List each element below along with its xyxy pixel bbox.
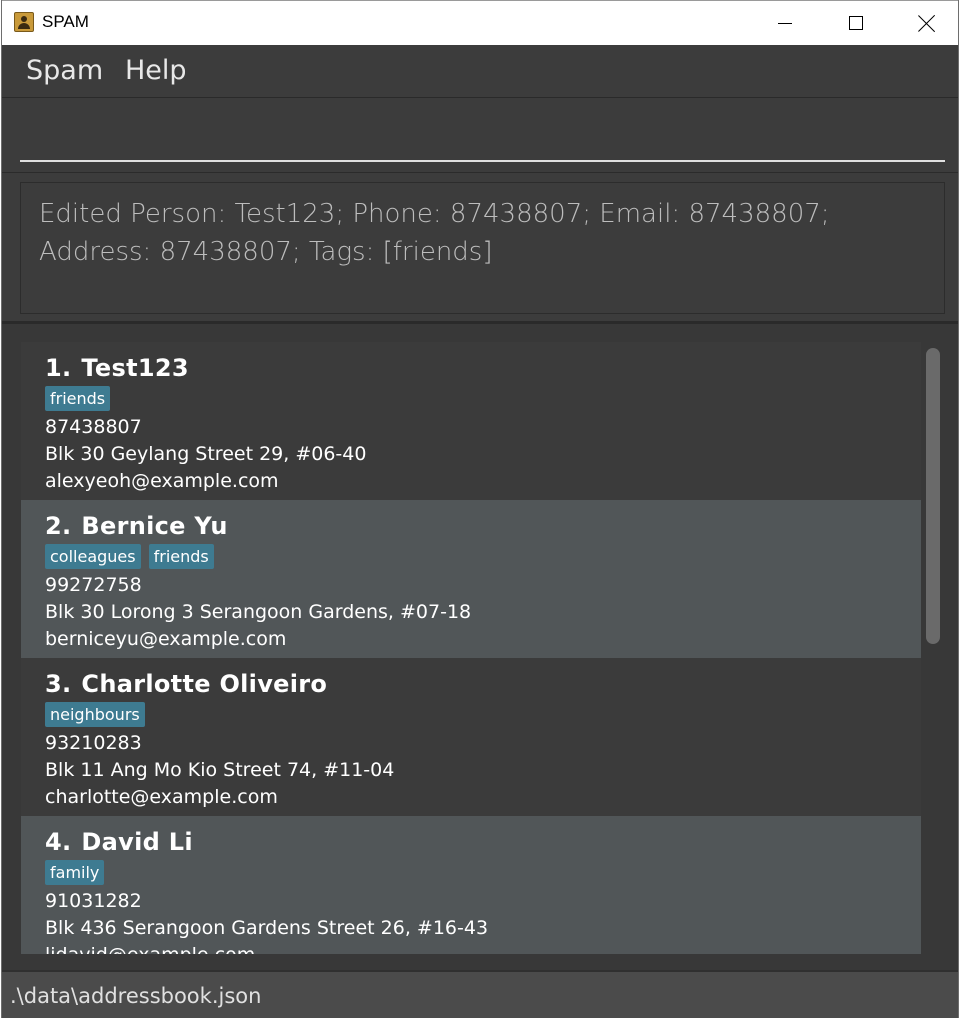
person-list-panel: 1. Test123 friends 87438807 Blk 30 Geylang S… [2,324,958,970]
maximize-button[interactable] [819,1,889,46]
person-address: Blk 30 Geylang Street 29, #06-40 [45,443,367,465]
person-card[interactable]: 1. Test123 friends 87438807 Blk 30 Geylang S… [21,342,921,500]
person-name: Test123 [81,354,189,382]
tag-badge: neighbours [45,702,145,727]
command-box [2,98,958,173]
person-address: Blk 11 Ang Mo Kio Street 74, #11-04 [45,759,395,781]
tag-badge: friends [148,544,214,569]
list-scrollbar[interactable] [926,348,940,644]
command-input[interactable] [20,116,945,162]
tag-list: family [45,860,921,888]
person-phone: 87438807 [45,416,142,438]
person-name: Bernice Yu [81,512,228,540]
person-phone: 91031282 [45,890,142,912]
person-email: charlotte@example.com [45,786,278,808]
person-phone: 99272758 [45,574,142,596]
person-index: 1. [45,354,72,382]
person-name: Charlotte Oliveiro [81,670,328,698]
person-address: Blk 30 Lorong 3 Serangoon Gardens, #07-1… [45,601,472,623]
title-bar[interactable]: SPAM [2,0,958,45]
menu-spam[interactable]: Spam [26,55,103,86]
tag-list: neighbours [45,702,921,730]
result-message: Edited Person: Test123; Phone: 87438807;… [39,199,830,267]
person-email: berniceyu@example.com [45,628,287,650]
result-display: Edited Person: Test123; Phone: 87438807;… [2,174,958,324]
person-name-row: 2. Bernice Yu [45,510,921,542]
person-card[interactable]: 4. David Li family 91031282 Blk 436 Serangoo… [21,816,921,954]
person-card[interactable]: 2. Bernice Yu colleagues friends 99272758 Blk… [21,500,921,658]
menu-help[interactable]: Help [125,55,187,86]
app-window: SPAM Spam Help Edited Person: Test123; P… [1,0,959,1018]
person-name-row: 3. Charlotte Oliveiro [45,668,921,700]
person-index: 3. [45,670,72,698]
person-name-row: 4. David Li [45,826,921,858]
minimize-button[interactable] [748,1,818,46]
person-phone: 93210283 [45,732,142,754]
person-name: David Li [81,828,193,856]
menu-bar: Spam Help [2,45,958,98]
tag-badge: colleagues [45,544,141,569]
person-card[interactable]: 3. Charlotte Oliveiro neighbours 93210283 Bl… [21,658,921,816]
maximize-icon [849,16,863,30]
result-text-area[interactable]: Edited Person: Test123; Phone: 87438807;… [20,182,945,314]
person-email: lidavid@example.com [45,942,921,954]
tag-badge: friends [45,386,111,411]
person-index: 2. [45,512,72,540]
person-email: alexyeoh@example.com [45,470,279,492]
person-name-row: 1. Test123 [45,352,921,384]
tag-list: friends [45,386,921,414]
person-index: 4. [45,828,72,856]
status-bar: .\data\addressbook.json [2,970,958,1018]
window-title: SPAM [42,12,89,31]
save-location: .\data\addressbook.json [10,984,262,1008]
tag-list: colleagues friends [45,544,921,572]
address-book-icon [14,12,34,32]
person-address: Blk 436 Serangoon Gardens Street 26, #16… [45,917,489,939]
person-list[interactable]: 1. Test123 friends 87438807 Blk 30 Geylang S… [21,342,921,954]
minimize-icon [778,23,792,24]
close-icon [918,14,936,32]
tag-badge: family [45,860,105,885]
close-button[interactable] [890,1,960,46]
